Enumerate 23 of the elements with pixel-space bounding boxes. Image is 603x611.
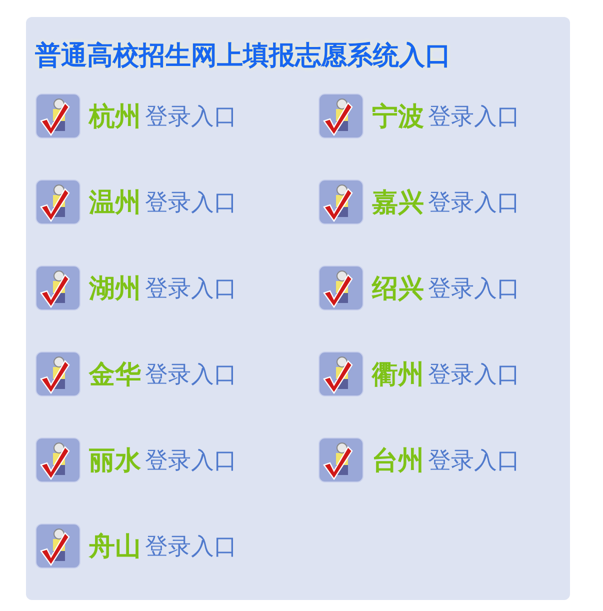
user-check-icon (318, 437, 364, 483)
login-link[interactable]: 丽水登录入口 (35, 437, 237, 483)
user-check-icon (318, 93, 364, 139)
user-check-icon (35, 179, 81, 225)
login-link[interactable]: 嘉兴 登录入口 (318, 179, 520, 225)
user-check-icon (35, 437, 81, 483)
user-check-icon (35, 523, 81, 569)
user-check-icon (35, 351, 81, 397)
login-link[interactable]: 杭州 登录入口 (35, 93, 237, 139)
login-link[interactable]: 湖州 登录入口 (35, 265, 237, 311)
login-link[interactable]: 舟山 登录入口 (35, 523, 237, 569)
login-link[interactable]: 金华登录入口 (35, 351, 237, 397)
login-link[interactable]: 宁波 登录入口 (318, 93, 520, 139)
page-title: 普通高校招生网上填报志愿系统入口 (35, 40, 452, 73)
user-check-icon (35, 93, 81, 139)
user-check-icon (35, 265, 81, 311)
login-link[interactable]: 绍兴 登录入口 (318, 265, 520, 311)
login-link[interactable]: 台州 登录入口 (318, 437, 520, 483)
login-link[interactable]: 衢州 登录入口 (318, 351, 520, 397)
user-check-icon (318, 265, 364, 311)
user-check-icon (318, 351, 364, 397)
user-check-icon (318, 179, 364, 225)
login-link[interactable]: 温州 登录入口 (35, 179, 237, 225)
